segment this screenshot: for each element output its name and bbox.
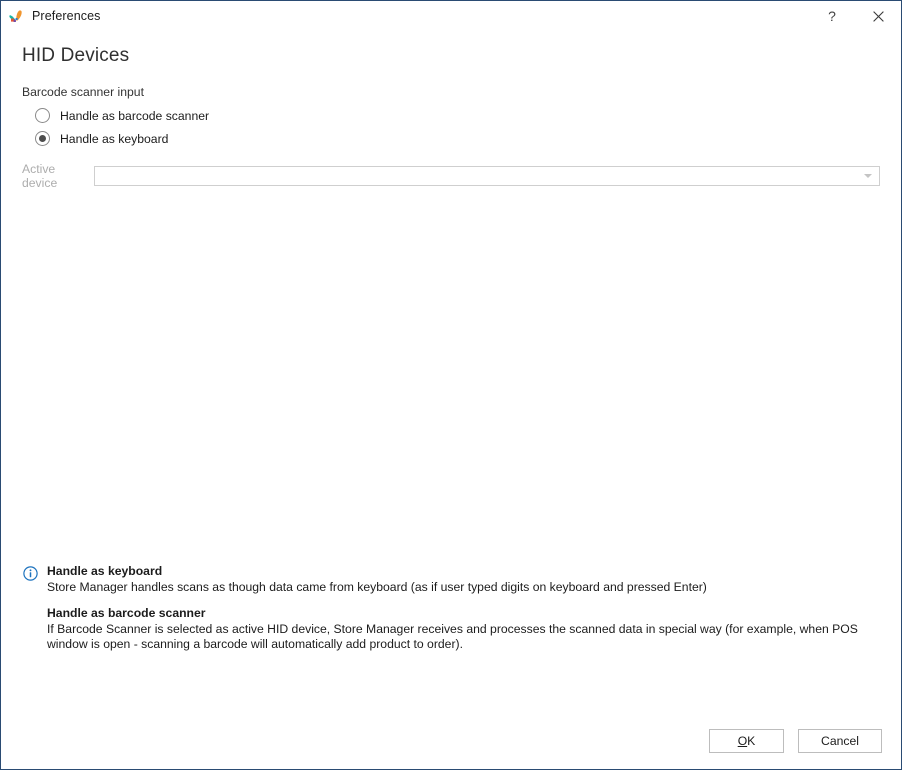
info-title-barcode-scanner: Handle as barcode scanner (47, 606, 206, 620)
barcode-scanner-input-group-label: Barcode scanner input (22, 85, 144, 99)
info-divider-spacer (47, 595, 877, 606)
radio-indicator-selected (35, 131, 50, 146)
radio-handle-as-keyboard[interactable]: Handle as keyboard (35, 131, 880, 146)
radio-indicator (35, 108, 50, 123)
info-body-barcode-scanner: If Barcode Scanner is selected as active… (47, 622, 858, 651)
title-bar: Preferences ? (1, 1, 901, 31)
info-help-block: Handle as keyboard Store Manager handles… (23, 564, 877, 652)
cancel-button[interactable]: Cancel (798, 729, 882, 753)
info-body-keyboard: Store Manager handles scans as though da… (47, 580, 707, 594)
page-title: HID Devices (22, 45, 130, 66)
active-device-row: Active device (22, 162, 880, 190)
window-title: Preferences (32, 9, 101, 23)
chevron-down-icon[interactable] (864, 174, 872, 178)
close-icon[interactable] (855, 1, 901, 31)
title-bar-buttons: ? (809, 1, 901, 31)
ok-button[interactable]: OK (709, 729, 784, 753)
info-text-group: Handle as keyboard Store Manager handles… (47, 564, 877, 652)
dialog-footer: OK Cancel (1, 709, 901, 769)
radio-handle-as-barcode-scanner[interactable]: Handle as barcode scanner (35, 108, 880, 123)
butterfly-logo-icon (8, 8, 24, 24)
active-device-combobox[interactable] (94, 166, 880, 186)
radio-label: Handle as barcode scanner (60, 108, 210, 123)
radio-label: Handle as keyboard (60, 131, 169, 146)
ok-accel-letter: O (737, 734, 748, 748)
help-button[interactable]: ? (809, 1, 855, 31)
preferences-dialog-window: Preferences ? HID Devices Barcode scanne… (0, 0, 902, 770)
active-device-label: Active device (22, 162, 58, 190)
ok-rest-letters: K (747, 734, 756, 748)
info-title-keyboard: Handle as keyboard (47, 564, 163, 578)
info-circle-icon (23, 566, 38, 581)
settings-content: Barcode scanner input Handle as barcode … (1, 85, 901, 190)
